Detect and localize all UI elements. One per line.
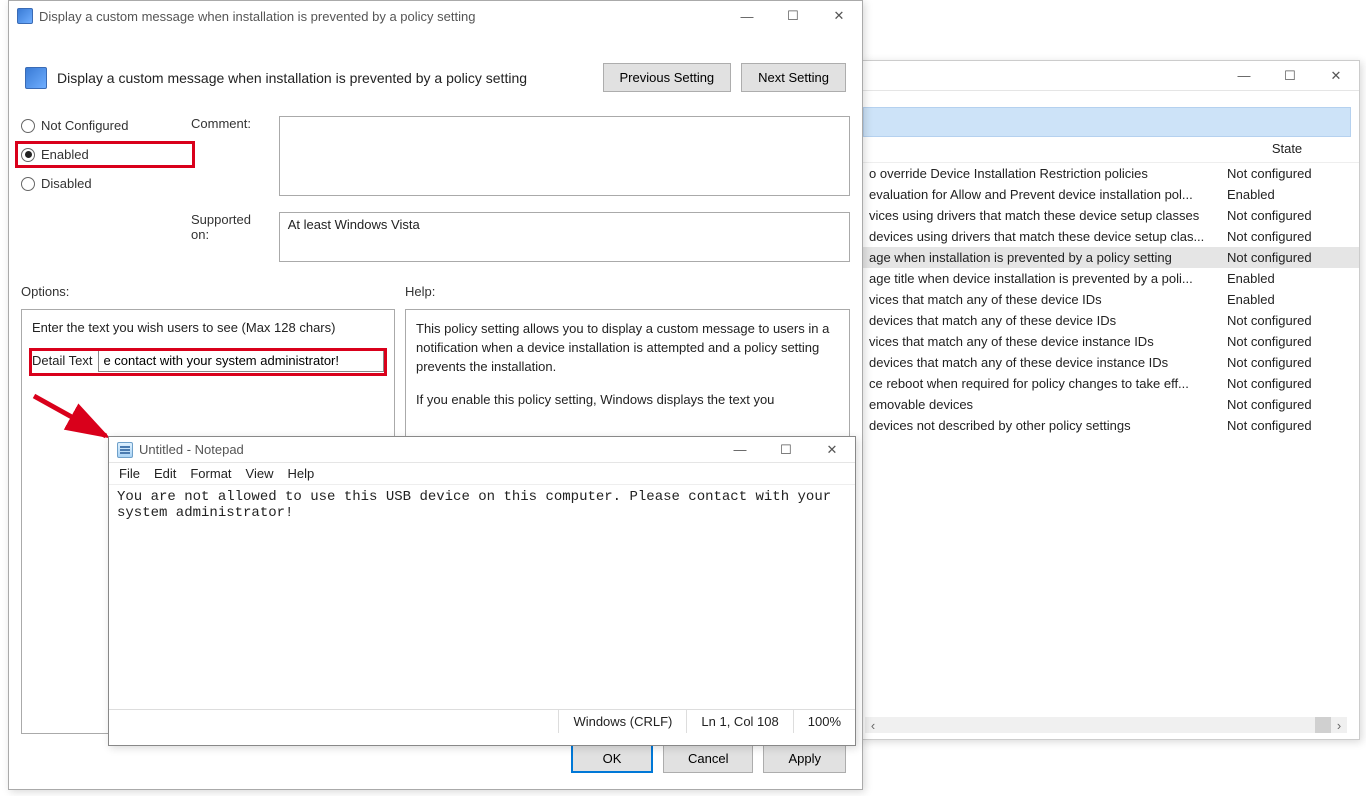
- bg-titlebar: — ☐ ✕: [861, 61, 1359, 91]
- previous-setting-button[interactable]: Previous Setting: [603, 63, 732, 92]
- np-editor[interactable]: You are not allowed to use this USB devi…: [109, 485, 855, 709]
- policy-state: Enabled: [1227, 271, 1347, 286]
- help-label: Help:: [405, 284, 435, 299]
- policy-state: Not configured: [1227, 229, 1347, 244]
- policy-row[interactable]: vices that match any of these device ins…: [861, 331, 1359, 352]
- bg-list-header: State: [861, 137, 1359, 163]
- policy-name: devices not described by other policy se…: [869, 418, 1227, 433]
- policy-list: o override Device Installation Restricti…: [861, 163, 1359, 436]
- policy-name: devices using drivers that match these d…: [869, 229, 1227, 244]
- menu-help[interactable]: Help: [287, 466, 314, 481]
- policy-row[interactable]: devices not described by other policy se…: [861, 415, 1359, 436]
- help-paragraph-1: This policy setting allows you to displa…: [416, 320, 839, 377]
- menu-edit[interactable]: Edit: [154, 466, 176, 481]
- policy-heading: Display a custom message when installati…: [57, 70, 593, 86]
- dlg-close-button[interactable]: ✕: [816, 1, 862, 31]
- dlg-maximize-button[interactable]: ☐: [770, 1, 816, 31]
- scroll-left-icon[interactable]: ‹: [865, 717, 881, 733]
- gpedit-icon: [17, 8, 33, 24]
- np-maximize-button[interactable]: ☐: [763, 435, 809, 465]
- bg-hscrollbar[interactable]: ‹ ›: [865, 717, 1347, 733]
- supported-on-box: At least Windows Vista: [279, 212, 850, 262]
- policy-state: Not configured: [1227, 208, 1347, 223]
- policy-state: Not configured: [1227, 166, 1347, 181]
- detail-text-label: Detail Text: [32, 353, 92, 368]
- policy-name: vices that match any of these device ins…: [869, 334, 1227, 349]
- policy-row[interactable]: devices that match any of these device i…: [861, 352, 1359, 373]
- next-setting-button[interactable]: Next Setting: [741, 63, 846, 92]
- policy-row[interactable]: devices that match any of these device I…: [861, 310, 1359, 331]
- apply-button[interactable]: Apply: [763, 744, 846, 773]
- menu-format[interactable]: Format: [190, 466, 231, 481]
- policy-name: evaluation for Allow and Prevent device …: [869, 187, 1227, 202]
- policy-row[interactable]: o override Device Installation Restricti…: [861, 163, 1359, 184]
- bg-selection-highlight: [863, 107, 1351, 137]
- np-statusbar: Windows (CRLF) Ln 1, Col 108 100%: [109, 709, 855, 733]
- state-column-header[interactable]: State: [1227, 141, 1347, 156]
- policy-row[interactable]: emovable devicesNot configured: [861, 394, 1359, 415]
- radio-not-configured[interactable]: Not Configured: [21, 118, 181, 133]
- help-paragraph-2: If you enable this policy setting, Windo…: [416, 391, 839, 410]
- ok-button[interactable]: OK: [571, 744, 653, 773]
- comment-label: Comment:: [191, 116, 269, 131]
- policy-name: vices that match any of these device IDs: [869, 292, 1227, 307]
- policy-row[interactable]: age title when device installation is pr…: [861, 268, 1359, 289]
- menu-file[interactable]: File: [119, 466, 140, 481]
- bg-close-button[interactable]: ✕: [1313, 61, 1359, 91]
- np-close-button[interactable]: ✕: [809, 435, 855, 465]
- policy-state: Enabled: [1227, 187, 1347, 202]
- np-titlebar: Untitled - Notepad — ☐ ✕: [109, 437, 855, 463]
- policy-state: Not configured: [1227, 418, 1347, 433]
- policy-state: Not configured: [1227, 355, 1347, 370]
- policy-name: o override Device Installation Restricti…: [869, 166, 1227, 181]
- policy-row[interactable]: age when installation is prevented by a …: [861, 247, 1359, 268]
- scroll-thumb[interactable]: [1315, 717, 1331, 733]
- policy-name: emovable devices: [869, 397, 1227, 412]
- policy-name: age title when device installation is pr…: [869, 271, 1227, 286]
- comment-textarea[interactable]: [279, 116, 850, 196]
- policy-name: devices that match any of these device I…: [869, 313, 1227, 328]
- radio-disabled[interactable]: Disabled: [21, 176, 181, 191]
- policy-name: ce reboot when required for policy chang…: [869, 376, 1227, 391]
- dlg-title: Display a custom message when installati…: [39, 9, 724, 24]
- options-hint: Enter the text you wish users to see (Ma…: [32, 320, 384, 335]
- np-minimize-button[interactable]: —: [717, 435, 763, 465]
- policy-state: Not configured: [1227, 313, 1347, 328]
- policy-name: age when installation is prevented by a …: [869, 250, 1227, 265]
- scroll-right-icon[interactable]: ›: [1331, 717, 1347, 733]
- policy-state: Not configured: [1227, 397, 1347, 412]
- np-zoom: 100%: [793, 710, 855, 733]
- np-title: Untitled - Notepad: [139, 442, 717, 457]
- policy-name: vices using drivers that match these dev…: [869, 208, 1227, 223]
- np-menubar: File Edit Format View Help: [109, 463, 855, 485]
- policy-state: Not configured: [1227, 250, 1347, 265]
- state-radio-group: Not Configured Enabled Disabled: [21, 116, 181, 191]
- policy-row[interactable]: devices using drivers that match these d…: [861, 226, 1359, 247]
- policy-row[interactable]: ce reboot when required for policy chang…: [861, 373, 1359, 394]
- policy-state: Enabled: [1227, 292, 1347, 307]
- policy-name: devices that match any of these device i…: [869, 355, 1227, 370]
- bg-maximize-button[interactable]: ☐: [1267, 61, 1313, 91]
- np-encoding: Windows (CRLF): [558, 710, 686, 733]
- policy-row[interactable]: vices using drivers that match these dev…: [861, 205, 1359, 226]
- bg-minimize-button[interactable]: —: [1221, 61, 1267, 91]
- policy-state: Not configured: [1227, 376, 1347, 391]
- cancel-button[interactable]: Cancel: [663, 744, 753, 773]
- detail-text-input[interactable]: [98, 349, 384, 372]
- supported-label: Supported on:: [191, 212, 269, 242]
- dlg-minimize-button[interactable]: —: [724, 1, 770, 31]
- dlg-titlebar: Display a custom message when installati…: [9, 1, 862, 31]
- policy-state: Not configured: [1227, 334, 1347, 349]
- radio-enabled[interactable]: Enabled: [19, 145, 191, 164]
- np-cursor-pos: Ln 1, Col 108: [686, 710, 792, 733]
- options-label: Options:: [21, 284, 405, 299]
- policy-row[interactable]: vices that match any of these device IDs…: [861, 289, 1359, 310]
- gpedit-list-window: — ☐ ✕ State o override Device Installati…: [860, 60, 1360, 740]
- policy-row[interactable]: evaluation for Allow and Prevent device …: [861, 184, 1359, 205]
- menu-view[interactable]: View: [246, 466, 274, 481]
- notepad-window: Untitled - Notepad — ☐ ✕ File Edit Format V…: [108, 436, 856, 746]
- gpedit-header-icon: [25, 67, 47, 89]
- notepad-icon: [117, 442, 133, 458]
